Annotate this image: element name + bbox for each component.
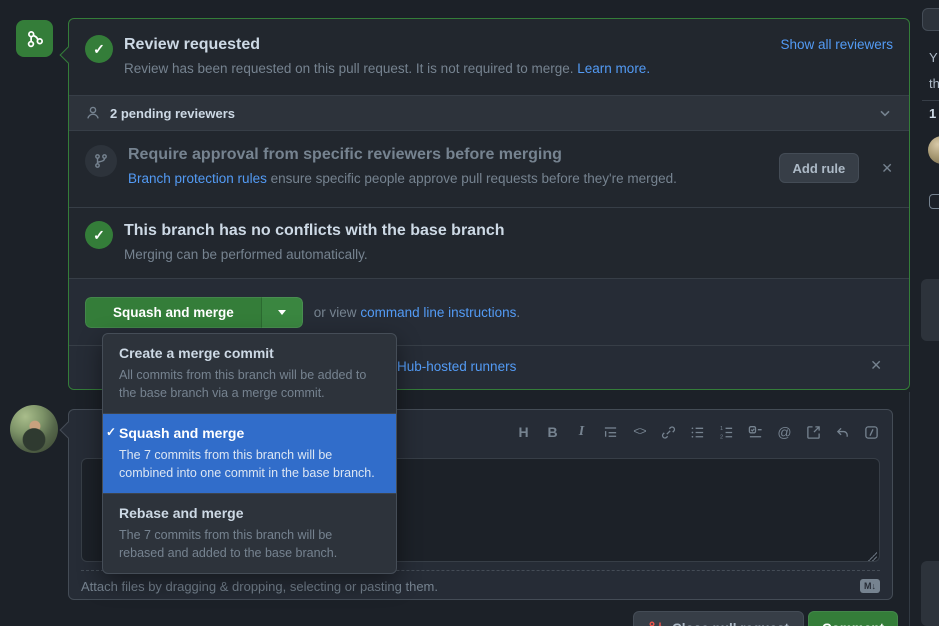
bold-icon[interactable]: B xyxy=(542,420,563,444)
sidebar-fragment-count: 1 xyxy=(929,106,936,121)
merge-split-button: Squash and merge xyxy=(85,297,303,328)
pending-reviewers-row[interactable]: 2 pending reviewers xyxy=(69,95,909,131)
squash-and-merge-button[interactable]: Squash and merge xyxy=(85,297,261,328)
comment-button[interactable]: Comment xyxy=(808,611,898,626)
merge-option-squash[interactable]: ✓ Squash and merge The 7 commits from th… xyxy=(103,413,396,493)
sidebar-fragment-text: th xyxy=(929,76,939,91)
markdown-supported-icon[interactable]: M↓ xyxy=(860,579,880,593)
user-avatar[interactable] xyxy=(10,405,58,453)
show-all-reviewers-link[interactable]: Show all reviewers xyxy=(780,37,893,52)
svg-text:2: 2 xyxy=(720,434,723,440)
sidebar-fragment-box xyxy=(922,8,939,31)
branch-protection-section: Require approval from specific reviewers… xyxy=(69,131,909,208)
sidebar-fragment-icon xyxy=(929,194,939,209)
check-icon: ✓ xyxy=(85,221,113,249)
svg-text:1: 1 xyxy=(720,426,723,432)
review-requested-title: Review requested xyxy=(124,35,650,55)
mention-icon[interactable]: @ xyxy=(774,420,795,444)
caret-down-icon xyxy=(278,310,286,315)
code-icon[interactable]: <> xyxy=(629,420,650,444)
sidebar-avatar xyxy=(928,136,939,164)
review-requested-description: Review has been requested on this pull r… xyxy=(124,60,650,77)
branch-protection-controls: Add rule ✕ xyxy=(779,153,893,183)
person-icon xyxy=(85,105,101,121)
check-icon: ✓ xyxy=(106,425,116,439)
check-glyph: ✓ xyxy=(93,41,105,58)
merge-option-description: All commits from this branch will be add… xyxy=(119,366,380,402)
quote-icon[interactable] xyxy=(600,420,621,444)
no-conflicts-title: This branch has no conflicts with the ba… xyxy=(124,221,505,241)
review-requested-body: Review requested Review has been request… xyxy=(124,35,650,79)
cli-instructions-link[interactable]: command line instructions xyxy=(360,305,516,320)
chevron-down-icon[interactable] xyxy=(877,105,893,121)
sidebar-fragment-divider xyxy=(922,100,939,101)
merge-option-description: The 7 commits from this branch will be c… xyxy=(119,446,380,482)
reply-icon[interactable] xyxy=(832,420,853,444)
no-conflicts-section: ✓ This branch has no conflicts with the … xyxy=(69,208,909,279)
add-rule-button[interactable]: Add rule xyxy=(779,153,860,183)
cross-reference-icon[interactable] xyxy=(803,420,824,444)
git-commit-icon xyxy=(25,29,45,49)
task-list-icon[interactable] xyxy=(745,420,766,444)
pending-reviewers-label: 2 pending reviewers xyxy=(110,106,235,121)
merge-option-title: Create a merge commit xyxy=(119,344,380,363)
close-pull-request-button[interactable]: Close pull request xyxy=(633,611,804,626)
merge-option-description: The 7 commits from this branch will be r… xyxy=(119,526,380,562)
merge-commit-badge xyxy=(16,20,53,57)
sidebar-fragment-block xyxy=(921,561,939,626)
heading-icon[interactable]: H xyxy=(513,420,534,444)
review-requested-section: ✓ Review requested Review has been reque… xyxy=(69,19,909,95)
attach-files-hint: Attach files by dragging & dropping, sel… xyxy=(81,579,438,594)
comment-button-label: Comment xyxy=(822,621,884,626)
resize-grip[interactable] xyxy=(867,551,877,561)
link-icon[interactable] xyxy=(658,420,679,444)
dismiss-runners-icon[interactable]: ✕ xyxy=(870,358,882,372)
dismiss-protection-icon[interactable]: ✕ xyxy=(881,161,893,175)
branch-protection-description: Branch protection rules ensure specific … xyxy=(128,170,677,187)
pr-merge-screen: ✓ Review requested Review has been reque… xyxy=(0,0,939,626)
no-conflicts-body: This branch has no conflicts with the ba… xyxy=(124,221,505,262)
merge-option-rebase[interactable]: Rebase and merge The 7 commits from this… xyxy=(103,493,396,573)
check-glyph: ✓ xyxy=(93,227,105,244)
merge-option-create-commit[interactable]: Create a merge commit All commits from t… xyxy=(103,334,396,413)
column-divider xyxy=(909,392,910,626)
hosted-runners-link[interactable]: Hub-hosted runners xyxy=(397,359,516,374)
merge-method-dropdown: Create a merge commit All commits from t… xyxy=(102,333,397,574)
pr-closed-icon xyxy=(648,620,664,626)
check-icon: ✓ xyxy=(85,35,113,63)
learn-more-link[interactable]: Learn more. xyxy=(577,61,650,76)
ordered-list-icon[interactable]: 1 2 xyxy=(716,420,737,444)
slash-commands-icon[interactable] xyxy=(861,420,882,444)
merge-option-title: Squash and merge xyxy=(119,424,380,443)
cli-instructions-text: or view command line instructions. xyxy=(314,305,520,320)
merge-options-toggle[interactable] xyxy=(261,297,303,328)
git-branch-icon xyxy=(85,145,117,177)
close-pull-request-label: Close pull request xyxy=(672,621,789,626)
no-conflicts-description: Merging can be performed automatically. xyxy=(124,246,505,263)
italic-icon[interactable]: I xyxy=(571,420,592,444)
branch-protection-body: Require approval from specific reviewers… xyxy=(128,145,677,191)
sidebar-fragment-text: Y xyxy=(929,50,938,65)
attach-files-bar[interactable]: Attach files by dragging & dropping, sel… xyxy=(81,570,880,601)
merge-option-title: Rebase and merge xyxy=(119,504,380,523)
branch-protection-rules-link[interactable]: Branch protection rules xyxy=(128,171,267,186)
sidebar-fragment-block xyxy=(921,279,939,341)
unordered-list-icon[interactable] xyxy=(687,420,708,444)
branch-protection-title: Require approval from specific reviewers… xyxy=(128,145,677,165)
